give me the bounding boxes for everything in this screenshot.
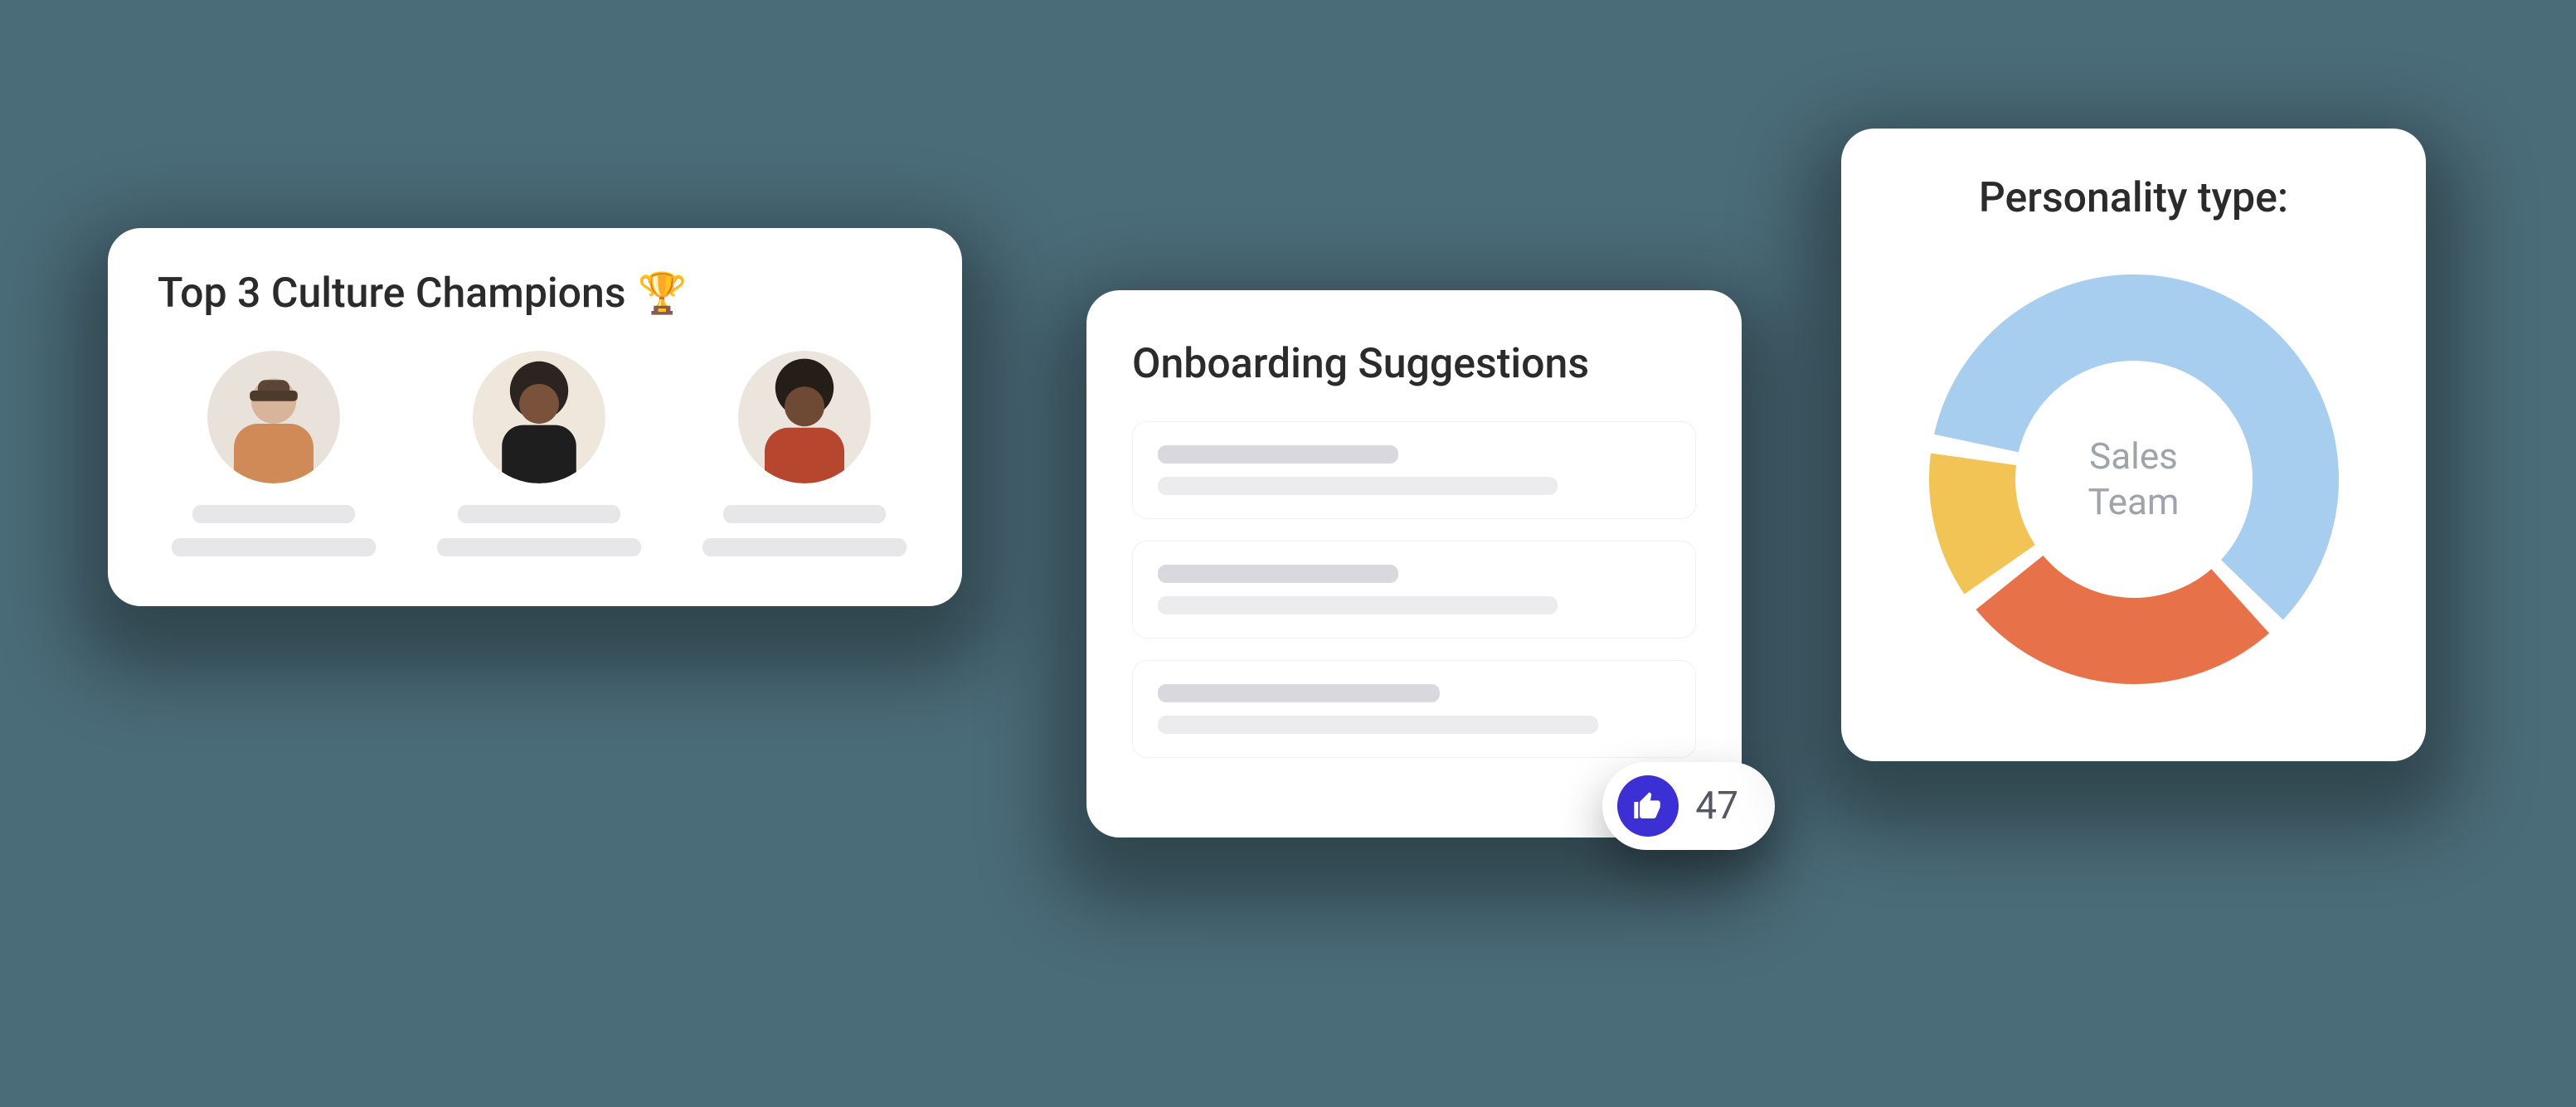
trophy-icon: 🏆 (638, 274, 688, 313)
onboarding-suggestions-card: Onboarding Suggestions 47 (1086, 290, 1742, 838)
avatar (207, 351, 340, 483)
placeholder-line (1158, 477, 1558, 495)
placeholder-line (723, 505, 886, 523)
champion-item (688, 351, 921, 556)
onboarding-title: Onboarding Suggestions (1132, 340, 1696, 388)
donut-center-label: Sales Team (2088, 434, 2180, 525)
placeholder-line (172, 538, 376, 556)
personality-title: Personality type: (1979, 174, 2288, 222)
culture-champions-title: Top 3 Culture Champions 🏆 (158, 269, 921, 318)
placeholder-line (1158, 684, 1440, 702)
placeholder-line (702, 538, 906, 556)
placeholder-line (1158, 565, 1398, 583)
champions-row (158, 351, 921, 556)
champion-item (423, 351, 655, 556)
title-text: Top 3 Culture Champions (158, 269, 626, 318)
like-count: 47 (1695, 784, 1738, 828)
placeholder-lines (423, 505, 655, 556)
placeholder-line (192, 505, 355, 523)
suggestion-item[interactable] (1132, 660, 1696, 758)
placeholder-line (1158, 716, 1598, 734)
placeholder-line (1158, 596, 1558, 614)
placeholder-lines (158, 505, 390, 556)
placeholder-line (437, 538, 641, 556)
center-line: Sales (2088, 434, 2180, 479)
personality-type-card: Personality type: Sales Team (1841, 129, 2426, 761)
like-pill[interactable]: 47 (1602, 762, 1775, 850)
thumbs-up-icon (1617, 775, 1679, 837)
personality-donut-chart: Sales Team (1918, 264, 2350, 695)
champion-item (158, 351, 390, 556)
suggestion-item[interactable] (1132, 421, 1696, 519)
placeholder-line (1158, 445, 1398, 464)
avatar (473, 351, 605, 483)
culture-champions-card: Top 3 Culture Champions 🏆 (108, 228, 962, 606)
placeholder-line (458, 505, 620, 523)
placeholder-lines (688, 505, 921, 556)
suggestion-item[interactable] (1132, 541, 1696, 638)
center-line: Team (2088, 479, 2180, 525)
avatar (738, 351, 871, 483)
